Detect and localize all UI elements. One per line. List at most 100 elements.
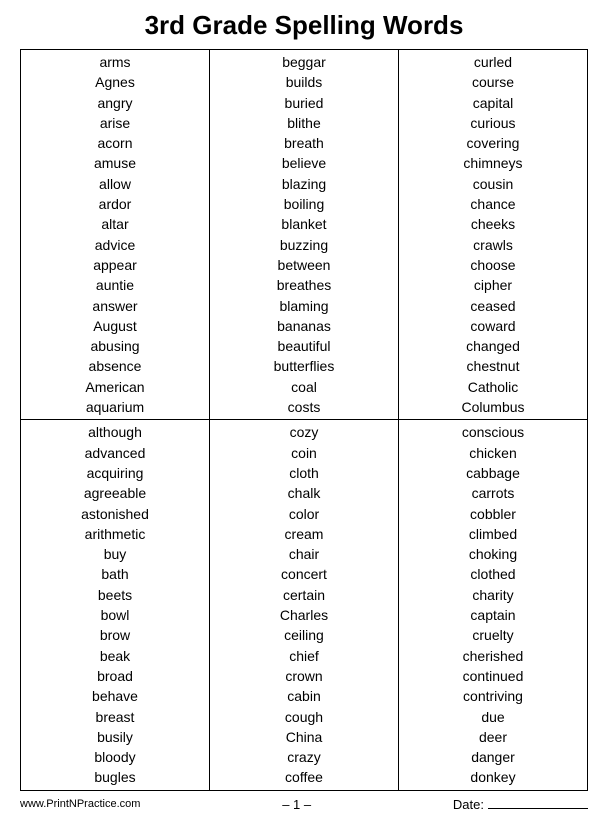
list-item: chief <box>289 646 319 666</box>
bottom-col2: cozycoinclothchalkcolorcreamchairconcert… <box>210 420 399 790</box>
footer-page: – 1 – <box>282 797 311 812</box>
list-item: ceased <box>470 296 515 316</box>
bottom-row: althoughadvancedacquiringagreeableastoni… <box>21 420 588 790</box>
list-item: blanket <box>281 214 326 234</box>
list-item: chimneys <box>463 153 522 173</box>
list-item: busily <box>97 727 133 747</box>
list-item: covering <box>467 133 520 153</box>
footer-date: Date: <box>453 797 588 812</box>
list-item: bowl <box>101 605 130 625</box>
list-item: beggar <box>282 52 326 72</box>
list-item: blaming <box>279 296 328 316</box>
list-item: acorn <box>97 133 132 153</box>
list-item: ardor <box>99 194 132 214</box>
list-item: choking <box>469 544 517 564</box>
page-title: 3rd Grade Spelling Words <box>20 10 588 41</box>
list-item: chalk <box>288 483 321 503</box>
list-item: danger <box>471 747 515 767</box>
top-col3: curledcoursecapitalcuriouscoveringchimne… <box>399 50 588 420</box>
list-item: builds <box>286 72 323 92</box>
list-item: behave <box>92 686 138 706</box>
list-item: breast <box>96 707 135 727</box>
list-item: cream <box>285 524 324 544</box>
list-item: cozy <box>290 422 319 442</box>
list-item: clothed <box>470 564 515 584</box>
list-item: although <box>88 422 142 442</box>
list-item: abusing <box>90 336 139 356</box>
date-underline <box>488 808 588 809</box>
list-item: absence <box>89 356 142 376</box>
list-item: Agnes <box>95 72 135 92</box>
list-item: cabin <box>287 686 320 706</box>
list-item: Columbus <box>461 397 524 417</box>
list-item: astonished <box>81 504 149 524</box>
list-item: continued <box>463 666 524 686</box>
list-item: captain <box>470 605 515 625</box>
list-item: cough <box>285 707 323 727</box>
list-item: chance <box>470 194 515 214</box>
list-item: chair <box>289 544 319 564</box>
list-item: breath <box>284 133 324 153</box>
word-table: armsAgnesangryariseacornamuseallowardora… <box>20 49 588 791</box>
list-item: arise <box>100 113 130 133</box>
list-item: crown <box>285 666 322 686</box>
list-item: bugles <box>94 767 135 787</box>
list-item: boiling <box>284 194 324 214</box>
list-item: believe <box>282 153 326 173</box>
list-item: due <box>481 707 504 727</box>
list-item: certain <box>283 585 325 605</box>
list-item: coin <box>291 443 317 463</box>
list-item: cabbage <box>466 463 520 483</box>
list-item: coward <box>470 316 515 336</box>
list-item: charity <box>472 585 513 605</box>
page: 3rd Grade Spelling Words armsAgnesangrya… <box>0 0 608 822</box>
list-item: contriving <box>463 686 523 706</box>
list-item: between <box>278 255 331 275</box>
list-item: angry <box>97 93 132 113</box>
list-item: August <box>93 316 137 336</box>
list-item: crawls <box>473 235 513 255</box>
list-item: butterflies <box>274 356 335 376</box>
footer: www.PrintNPractice.com – 1 – Date: <box>20 797 588 812</box>
top-row: armsAgnesangryariseacornamuseallowardora… <box>21 50 588 420</box>
list-item: changed <box>466 336 520 356</box>
list-item: blithe <box>287 113 320 133</box>
list-item: cobbler <box>470 504 516 524</box>
list-item: capital <box>473 93 513 113</box>
list-item: aquarium <box>86 397 144 417</box>
list-item: bath <box>101 564 128 584</box>
footer-site: www.PrintNPractice.com <box>20 798 140 810</box>
bottom-col3: consciouschickencabbagecarrotscobblercli… <box>399 420 588 790</box>
list-item: choose <box>470 255 515 275</box>
list-item: broad <box>97 666 133 686</box>
list-item: Charles <box>280 605 328 625</box>
list-item: advice <box>95 235 135 255</box>
list-item: bananas <box>277 316 331 336</box>
list-item: concert <box>281 564 327 584</box>
list-item: acquiring <box>87 463 144 483</box>
list-item: chestnut <box>467 356 520 376</box>
list-item: coal <box>291 377 317 397</box>
top-col2: beggarbuildsburiedblithebreathbelieve bla… <box>210 50 399 420</box>
list-item: agreeable <box>84 483 146 503</box>
list-item: color <box>289 504 319 524</box>
list-item: cherished <box>463 646 524 666</box>
list-item: buried <box>285 93 324 113</box>
top-col1: armsAgnesangryariseacornamuseallowardora… <box>21 50 210 420</box>
list-item: cloth <box>289 463 319 483</box>
list-item: crazy <box>287 747 320 767</box>
list-item: bloody <box>94 747 135 767</box>
list-item: costs <box>288 397 321 417</box>
list-item: China <box>286 727 323 747</box>
list-item: beautiful <box>278 336 331 356</box>
list-item: auntie <box>96 275 134 295</box>
list-item: breathes <box>277 275 331 295</box>
list-item: cheeks <box>471 214 515 234</box>
list-item: beak <box>100 646 130 666</box>
list-item: ceiling <box>284 625 324 645</box>
list-item: cousin <box>473 174 513 194</box>
list-item: deer <box>479 727 507 747</box>
list-item: conscious <box>462 422 524 442</box>
list-item: curious <box>470 113 515 133</box>
list-item: climbed <box>469 524 517 544</box>
